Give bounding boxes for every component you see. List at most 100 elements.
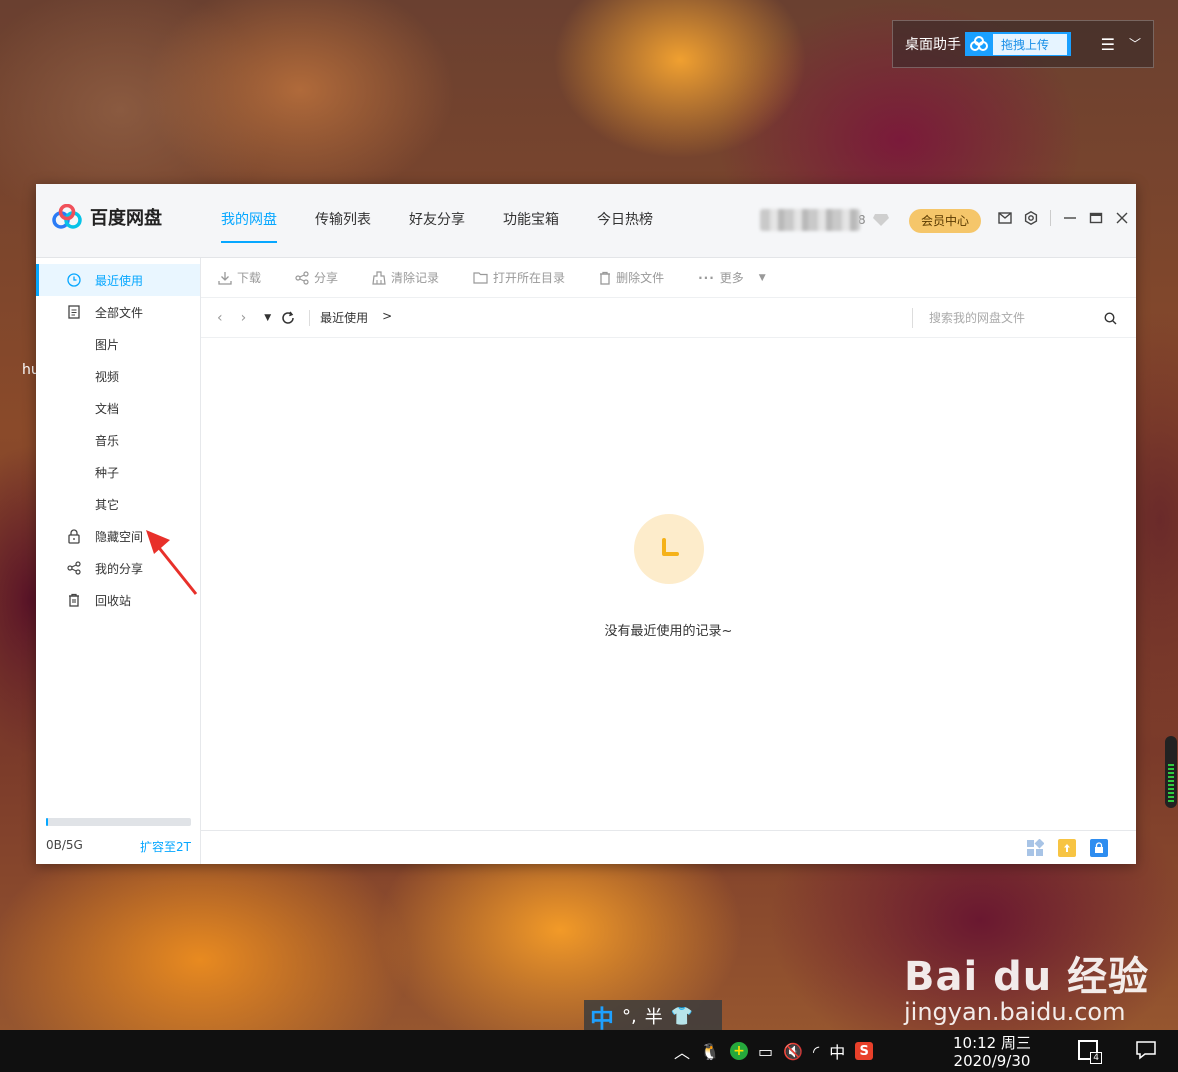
app-name: 百度网盘 xyxy=(90,208,162,229)
refresh-icon[interactable] xyxy=(281,311,295,325)
tab-hot-list[interactable]: 今日热榜 xyxy=(597,184,653,258)
notes-icon[interactable]: 4 xyxy=(1078,1040,1102,1064)
sogou-ime-icon[interactable]: S xyxy=(855,1042,874,1060)
search-icon[interactable] xyxy=(1104,311,1117,325)
diamond-icon xyxy=(872,214,889,226)
quota-fill xyxy=(46,818,49,826)
annotation-arrow-icon xyxy=(146,530,198,595)
back-icon[interactable]: ‹ xyxy=(217,310,223,326)
download-button[interactable]: 下载 xyxy=(218,269,261,286)
breadcrumb-recent[interactable]: 最近使用 xyxy=(320,309,368,326)
sidebar-item-label: 我的分享 xyxy=(95,561,144,576)
sidebar-item-label: 全部文件 xyxy=(95,305,144,320)
title-bar: 百度网盘 我的网盘 传输列表 好友分享 功能宝箱 今日热榜 8 会员中心 xyxy=(36,184,1136,258)
sidebar-item-recent[interactable]: 最近使用 xyxy=(36,264,200,296)
hamburger-icon[interactable]: ☰ xyxy=(1101,35,1115,54)
ime-language[interactable]: 中 xyxy=(590,999,614,1034)
watermark-logo-text: Bai du 经验 xyxy=(904,954,1150,1000)
share-icon xyxy=(66,561,82,575)
clear-records-label: 清除记录 xyxy=(391,271,440,285)
notification-count: 4 xyxy=(1090,1052,1102,1064)
wifi-icon[interactable]: ◜ xyxy=(813,1042,819,1061)
input-language[interactable]: 中 xyxy=(829,1039,845,1063)
main-tabs: 我的网盘 传输列表 好友分享 功能宝箱 今日热榜 xyxy=(221,184,653,258)
trash-icon xyxy=(600,271,611,285)
watermark-url: jingyan.baidu.com xyxy=(904,998,1126,1026)
volume-muted-icon[interactable]: 🔇 xyxy=(783,1042,803,1061)
sidebar-item-all-files[interactable]: 全部文件 xyxy=(36,296,200,328)
search-input[interactable] xyxy=(929,311,1089,325)
gear-icon[interactable] xyxy=(1024,211,1038,225)
delete-file-button[interactable]: 删除文件 xyxy=(599,269,664,286)
ime-punctuation[interactable]: °, xyxy=(622,1006,637,1027)
tray-app-icon[interactable]: 🐧 xyxy=(700,1042,720,1061)
sidebar-item-torrents[interactable]: 种子 xyxy=(36,456,200,488)
baidu-cloud-icon xyxy=(970,36,988,51)
show-hidden-icons-icon[interactable]: ︿ xyxy=(674,1039,690,1063)
sidebar-item-music[interactable]: 音乐 xyxy=(36,424,200,456)
close-icon[interactable] xyxy=(1115,211,1129,225)
sidebar-item-docs[interactable]: 文档 xyxy=(36,392,200,424)
window-controls xyxy=(998,210,1129,226)
maximize-icon[interactable] xyxy=(1089,211,1103,225)
battery-icon[interactable]: ▭ xyxy=(758,1042,773,1061)
tab-friend-share[interactable]: 好友分享 xyxy=(409,184,465,258)
hidden-space-lock-icon[interactable] xyxy=(1090,839,1108,857)
more-label: 更多 xyxy=(719,271,744,285)
user-account[interactable]: 8 xyxy=(760,209,890,231)
share-button[interactable]: 分享 xyxy=(295,269,338,286)
sidebar-item-label: 隐藏空间 xyxy=(95,529,144,544)
assistant-menu[interactable]: ☰ ﹀ xyxy=(1101,35,1141,54)
more-button[interactable]: ··· 更多 ▼ xyxy=(698,269,766,286)
empty-message: 没有最近使用的记录~ xyxy=(604,624,733,639)
crumb-divider xyxy=(309,309,311,326)
forward-icon[interactable]: › xyxy=(241,310,247,326)
clock-icon xyxy=(66,273,82,287)
expand-storage-link[interactable]: 扩容至2T xyxy=(140,838,191,855)
baidu-netdisk-logo-icon xyxy=(52,204,82,229)
search-box xyxy=(912,308,1117,328)
action-center-icon[interactable] xyxy=(1136,1040,1156,1063)
drag-upload-button[interactable]: 拖拽上传 xyxy=(965,32,1072,56)
tab-my-netdisk[interactable]: 我的网盘 xyxy=(221,184,277,258)
document-icon xyxy=(66,305,82,319)
blurred-username xyxy=(760,209,860,231)
quota-bar xyxy=(46,818,191,826)
more-dots-icon: ··· xyxy=(698,270,715,285)
sidebar-item-images[interactable]: 图片 xyxy=(36,328,200,360)
upload-folder-icon[interactable] xyxy=(1058,839,1076,857)
clock-time: 10:12 周三 xyxy=(953,1034,1031,1052)
baidu-jingyan-watermark: Bai du 经验 jingyan.baidu.com xyxy=(904,944,1149,1026)
download-icon xyxy=(218,271,232,285)
sidebar-item-label: 最近使用 xyxy=(95,273,144,288)
tab-toolbox[interactable]: 功能宝箱 xyxy=(503,184,559,258)
system-tray: ︿ 🐧 + ▭ 🔇 ◜ 中 S xyxy=(674,1030,874,1072)
sidebar-item-videos[interactable]: 视频 xyxy=(36,360,200,392)
clear-records-button[interactable]: 清除记录 xyxy=(372,269,439,286)
sidebar-item-label: 音乐 xyxy=(95,433,120,448)
sidebar-item-label: 文档 xyxy=(95,401,120,416)
download-label: 下载 xyxy=(237,271,262,285)
minimize-icon[interactable] xyxy=(1063,211,1077,225)
ime-skin-icon[interactable]: 👕 xyxy=(671,1006,693,1027)
mail-icon[interactable] xyxy=(998,212,1012,224)
tab-transfer-list[interactable]: 传输列表 xyxy=(315,184,371,258)
tray-security-icon[interactable]: + xyxy=(729,1042,748,1060)
sidebar-item-others[interactable]: 其它 xyxy=(36,488,200,520)
history-dropdown-icon[interactable]: ▼ xyxy=(264,313,271,323)
caret-down-icon: ▼ xyxy=(758,272,766,283)
ime-width[interactable]: 半 xyxy=(645,1003,663,1029)
breadcrumb: 最近使用 > xyxy=(320,309,392,326)
chevron-down-icon[interactable]: ﹀ xyxy=(1129,35,1141,54)
apps-grid-icon[interactable] xyxy=(1026,839,1044,857)
clock[interactable]: 10:12 周三 2020/9/30 xyxy=(952,1034,1032,1070)
open-directory-button[interactable]: 打开所在目录 xyxy=(473,269,565,286)
sidebar-item-label: 图片 xyxy=(95,337,120,352)
taskbar-right: 4 xyxy=(1078,1040,1156,1064)
vip-center-button[interactable]: 会员中心 xyxy=(909,209,982,233)
desktop-assistant[interactable]: 桌面助手 拖拽上传 ☰ ﹀ xyxy=(892,20,1154,68)
open-directory-label: 打开所在目录 xyxy=(493,271,566,285)
ime-toolbar[interactable]: 中 °, 半 👕 xyxy=(584,999,722,1034)
controls-separator xyxy=(1050,210,1051,226)
netdisk-window: 百度网盘 我的网盘 传输列表 好友分享 功能宝箱 今日热榜 8 会员中心 最近使… xyxy=(36,184,1136,864)
